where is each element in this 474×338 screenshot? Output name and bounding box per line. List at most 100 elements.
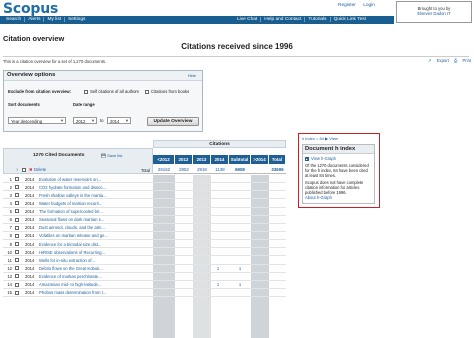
document-title-link[interactable]: Debris flows on the Great Kobuk... (39, 266, 151, 271)
update-overview-button[interactable]: Update Overview (147, 117, 199, 126)
table-row: 4 2014 Water budgets of martian recurri... (3, 199, 286, 208)
row-year: 2014 (25, 176, 35, 182)
nav-quick-link[interactable]: Quick Link Test (331, 17, 369, 22)
delete-link[interactable]: Delete (34, 167, 46, 172)
document-title-link[interactable]: Dust aerosol, clouds, and the atm... (39, 225, 151, 230)
from-year-select[interactable]: 2012 ▼ (73, 117, 97, 124)
export-link[interactable]: ↗ Export (428, 58, 449, 63)
document-title-link[interactable]: Evolution of water reservoirs on... (39, 177, 151, 182)
options-header: Overview options Hide (4, 71, 202, 81)
year-2012[interactable]: 2012 (175, 155, 193, 164)
document-title-link[interactable]: Water budgets of martian recurri... (39, 201, 151, 206)
year-after-2014[interactable]: >2014 (251, 155, 269, 164)
sort-label: Sort documents (8, 102, 40, 107)
to-year-select[interactable]: 2014 ▼ (107, 117, 131, 124)
row-subtotal: 1 (238, 266, 242, 272)
nav-search[interactable]: Search (3, 17, 26, 22)
citations-heading: Citations received since 1996 (181, 42, 293, 51)
row-checkbox[interactable] (15, 209, 19, 214)
self-citations-checkbox[interactable] (84, 89, 88, 94)
nav-alerts[interactable]: Alerts (25, 17, 45, 22)
row-checkbox[interactable] (15, 266, 19, 271)
books-checkbox[interactable] (145, 89, 149, 94)
row-number: 4 (9, 200, 12, 206)
row-checkbox[interactable] (15, 274, 19, 279)
h-index-view-link: View (329, 136, 338, 141)
institution-box: Brought to you by Elsevier Dadon IT (396, 1, 472, 23)
date-range-label: Date range (73, 102, 95, 107)
row-number: 6 (9, 217, 12, 223)
row-number: 5 (9, 209, 12, 215)
table-row: 2 2014 CO2 hydrate formation and dissoc... (3, 183, 286, 192)
sort-select[interactable]: Year descending ▼ (8, 117, 66, 124)
books-option[interactable]: Citations from books (145, 89, 189, 94)
total-header: Total (269, 155, 286, 164)
row-number: 11 (7, 257, 12, 263)
document-title-link[interactable]: Seasonal flows on dark martian s... (39, 217, 151, 222)
row-number: 3 (9, 192, 12, 198)
row-subtotal: 1 (238, 282, 242, 288)
row-year: 2014 (25, 266, 35, 272)
row-number: 8 (9, 233, 12, 239)
delete-icon[interactable]: ✖ (29, 167, 33, 172)
save-list-link[interactable]: 💾 Save list (101, 153, 122, 158)
table-row: 12 2014 Debris flows on the Great Kobuk...… (3, 265, 286, 273)
row-2014-count[interactable]: 1 (214, 266, 222, 271)
document-title-link[interactable]: The formation of supercooled bri... (39, 209, 151, 214)
year-2014[interactable]: 2014 (211, 155, 229, 164)
chevron-down-icon: ▼ (60, 118, 64, 123)
row-checkbox[interactable] (15, 184, 19, 189)
nav-settings[interactable]: Settings (65, 17, 88, 22)
row-checkbox[interactable] (15, 258, 19, 263)
document-title-link[interactable]: HiRISE observations of Recurring... (39, 250, 151, 255)
nav-tutorials[interactable]: Tutorials (305, 17, 331, 22)
nav-my-list[interactable]: My list (44, 17, 66, 22)
row-number: 14 (7, 282, 12, 288)
row-checkbox[interactable] (15, 233, 19, 238)
row-checkbox[interactable] (15, 176, 19, 181)
hide-options-link[interactable]: Hide (188, 73, 196, 78)
nav-live-chat[interactable]: Live Chat (234, 17, 262, 22)
h-index-nav[interactable]: h index = 84 ▶ View (302, 136, 338, 141)
about-h-graph-link[interactable]: About h-Graph (305, 195, 372, 200)
document-title-link[interactable]: Volatiles on martian release and ge... (39, 233, 151, 238)
total-before-2012: 26162 (157, 167, 171, 172)
document-title-link[interactable]: Fresh shallow valleys in the martia... (39, 193, 151, 198)
total-subtotal: 6908 (235, 167, 245, 172)
login-link[interactable]: Login (363, 3, 375, 8)
document-title-link[interactable]: Wells for in-situ extraction of... (39, 258, 151, 263)
row-checkbox[interactable] (15, 201, 19, 206)
row-checkbox[interactable] (15, 225, 19, 230)
row-checkbox[interactable] (15, 250, 19, 255)
document-title-link[interactable]: Evidence of martian perchlorate... (39, 274, 151, 279)
select-all-checkbox[interactable] (22, 168, 26, 172)
view-h-graph-link[interactable]: View h-Graph (305, 156, 372, 161)
scopus-logo[interactable]: Scopus (3, 1, 58, 17)
nav-help[interactable]: Help and Contact (261, 17, 306, 22)
print-label: Print (462, 58, 472, 63)
row-checkbox[interactable] (15, 290, 19, 295)
row-number: 1 (9, 176, 12, 182)
row-checkbox[interactable] (15, 241, 19, 246)
row-checkbox[interactable] (15, 193, 19, 198)
document-title-link[interactable]: CO2 hydrate formation and dissoc... (39, 185, 151, 190)
table-row: 1 2014 Evolution of water reservoirs on... (3, 175, 286, 184)
year-before-2012[interactable]: <2012 (153, 155, 175, 164)
register-link[interactable]: Register (338, 3, 356, 8)
row-checkbox[interactable] (15, 217, 19, 222)
row-year: 2014 (25, 209, 35, 215)
print-link[interactable]: ⎙ Print (454, 58, 471, 63)
sort-arrow-icon[interactable]: ↕ (16, 167, 18, 172)
total-after-2014 (251, 165, 269, 174)
self-citations-option[interactable]: Self citations of all authors (84, 89, 139, 94)
row-actions: ↕ ✖ Delete (3, 166, 153, 174)
chevron-down-icon: ▼ (125, 118, 129, 123)
row-2014-count[interactable]: 1 (214, 282, 222, 287)
document-title-link[interactable]: Amazonian mid- to high-latitude... (39, 282, 151, 287)
document-title-link[interactable]: Phobos mass determination from t... (39, 290, 151, 295)
document-title-link[interactable]: Evidence for a bimodal size dist... (39, 242, 151, 247)
row-checkbox[interactable] (15, 282, 19, 287)
options-title: Overview options (7, 72, 56, 78)
exclude-label: Exclude from citation overview: (8, 89, 72, 94)
year-2013[interactable]: 2013 (193, 155, 211, 164)
